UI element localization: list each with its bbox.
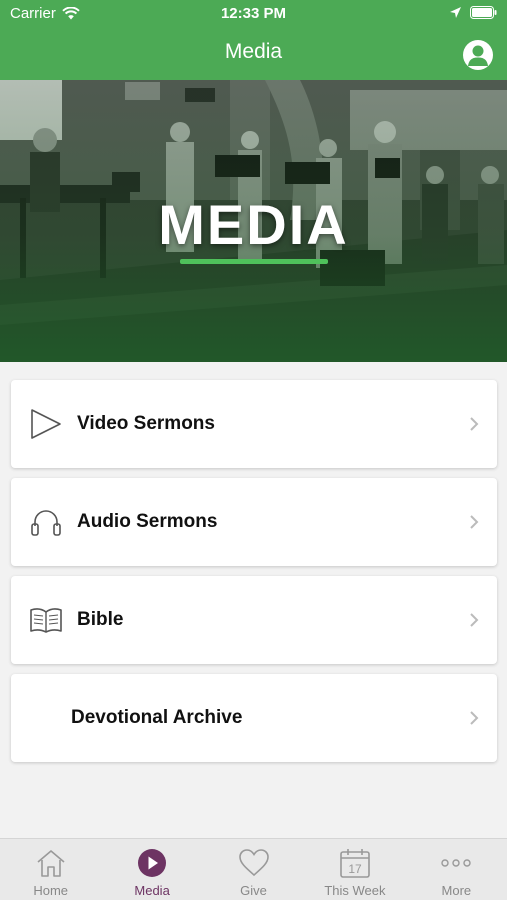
heart-icon [238,849,269,877]
devotional-archive-card[interactable]: Devotional Archive [11,674,497,762]
location-arrow-icon [450,7,461,18]
status-bar: Carrier 12:33 PM [0,0,507,28]
tab-give-label: Give [240,883,267,898]
tab-home-label: Home [33,883,69,898]
tab-this-week-label: This Week [324,883,386,898]
video-sermons-card[interactable]: Video Sermons [11,380,497,468]
audio-sermons-label: Audio Sermons [77,511,218,532]
tab-media[interactable]: Media [101,839,202,900]
chevron-right-icon [470,417,479,431]
hero-banner: MEDIA [0,80,507,362]
tab-bar: Home Media Give 17 This Week More [0,838,507,900]
status-time: 12:33 PM [220,5,287,22]
bible-card[interactable]: Bible [11,576,497,664]
tab-home[interactable]: Home [0,839,101,900]
devotional-archive-label: Devotional Archive [71,707,243,728]
tab-give[interactable]: Give [203,839,304,900]
chevron-right-icon [470,515,479,529]
tab-more-label: More [441,883,472,898]
home-icon [37,850,65,877]
top-bar: Carrier 12:33 PM Media [0,0,507,80]
tab-more[interactable]: More [406,839,507,900]
open-book-icon [30,608,62,633]
tab-media-label: Media [134,883,170,898]
bible-label: Bible [77,609,124,630]
play-outline-icon [31,409,61,439]
calendar-day: 17 [348,862,362,876]
tab-this-week[interactable]: 17 This Week [304,839,405,900]
calendar-icon: 17 [340,849,370,878]
hero-underline [180,259,328,264]
audio-sermons-card[interactable]: Audio Sermons [11,478,497,566]
page-title: Media [224,40,283,63]
profile-button[interactable] [463,40,493,70]
video-sermons-label: Video Sermons [77,413,215,434]
chevron-right-icon [470,613,479,627]
person-icon [468,45,488,66]
more-dots-icon [441,859,472,867]
chevron-right-icon [470,711,479,725]
headphones-icon [31,510,61,536]
play-circle-icon [138,849,167,877]
hero-title: MEDIA [158,193,349,256]
status-right [449,6,497,19]
battery-icon [470,6,497,19]
